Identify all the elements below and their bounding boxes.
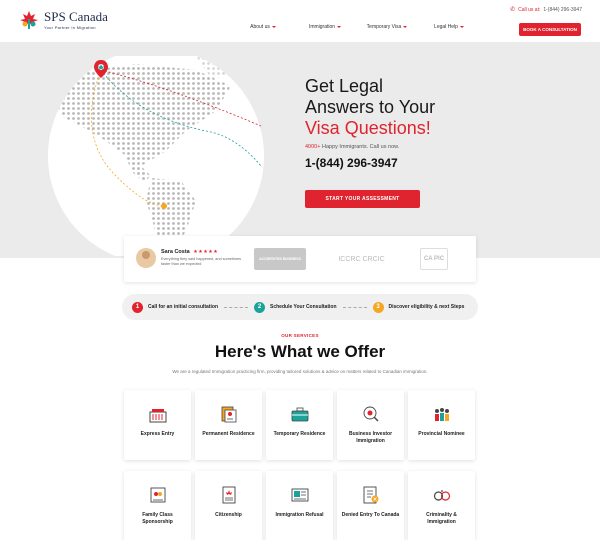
nav-item-immigration[interactable]: Immigration: [294, 24, 356, 30]
family-sponsorship-icon: [150, 487, 165, 503]
permanent-residence-icon: [221, 406, 236, 423]
phone-icon: ✆: [510, 6, 516, 13]
service-label: Temporary Residence: [273, 431, 326, 437]
service-card-express-entry[interactable]: Express Entry: [124, 390, 191, 460]
citizenship-icon: [222, 486, 235, 504]
step-item: 1 Call for an initial consultation: [132, 301, 219, 313]
service-card-criminality[interactable]: Criminality & Immigration: [408, 471, 475, 540]
step-divider: [342, 306, 367, 308]
immigration-refusal-icon: [291, 488, 308, 502]
step-item: 3 Discover eligibility & next Steps: [372, 301, 465, 313]
main-nav: About us Immigration Temporary Visa Lega…: [232, 24, 480, 30]
service-card-permanent-residence[interactable]: Permanent Residence: [195, 390, 262, 460]
globe-map-illustration: [48, 56, 264, 256]
step-label: Call for an initial consultation: [148, 304, 219, 310]
nav-label: Temporary Visa: [366, 24, 402, 30]
bbb-badge-text: ACCREDITED BUSINESS: [259, 257, 301, 261]
star-rating-icon: ★★★★★: [193, 249, 219, 255]
service-label: Family Class Sponsorship: [142, 512, 173, 525]
denied-entry-icon: [363, 486, 378, 504]
reviewer: Sara Costa ★★★★★: [161, 249, 218, 255]
maple-leaf-logo-icon: [20, 11, 38, 29]
step-number: 3: [372, 301, 384, 313]
nav-item-temporary-visa[interactable]: Temporary Visa: [356, 24, 418, 30]
hero-subtitle: 4000+ Happy Immigrants. Call us now.: [305, 144, 435, 150]
chevron-down-icon: [459, 26, 464, 28]
nav-item-legal-help[interactable]: Legal Help: [418, 24, 480, 30]
service-label: Provincial Nominee: [418, 431, 465, 437]
step-label: Discover eligibility & next Steps: [388, 304, 465, 310]
service-label: Permanent Residence: [202, 431, 255, 437]
process-steps-bar: 1 Call for an initial consultation 2 Sch…: [122, 294, 478, 320]
step-divider: [224, 306, 249, 308]
business-investor-icon: [363, 406, 379, 422]
capic-badge-text: CA PIC: [423, 256, 445, 262]
hero-title-line: Answers to Your: [305, 97, 436, 117]
service-label: Immigration Refusal: [275, 512, 324, 518]
iccrc-badge-text: ICCRC CRCIC: [338, 255, 385, 263]
services-kicker: OUR SERVICES: [281, 333, 319, 338]
brand-tagline: Your Partner In Migration: [44, 25, 96, 30]
bbb-accredited-badge: ACCREDITED BUSINESS: [254, 248, 306, 270]
nav-label: About us: [250, 24, 270, 30]
chevron-down-icon: [403, 26, 408, 28]
step-number: 2: [254, 301, 266, 313]
service-card-temporary-residence[interactable]: Temporary Residence: [266, 390, 333, 460]
service-label: Business Investor Immigration: [348, 431, 393, 444]
reviewer-name: Sara Costa: [161, 249, 190, 255]
call-number: 1-(844) 296-3947: [543, 7, 582, 13]
hero-title-highlight: Visa Questions!: [305, 118, 431, 138]
testimonial-strip: Sara Costa ★★★★★ Everything they said ha…: [124, 236, 476, 282]
start-assessment-button[interactable]: START YOUR ASSESSMENT: [305, 190, 420, 208]
service-label: Criminality & Immigration: [426, 512, 457, 525]
site-logo[interactable]: SPS Canada Your Partner In Migration: [18, 9, 108, 31]
hero-title-line: Get Legal: [305, 76, 384, 96]
capic-badge: CA PIC: [420, 248, 448, 270]
avatar: [136, 248, 156, 268]
iccrc-badge: ICCRC CRCIC: [334, 248, 389, 270]
service-card-business-investor[interactable]: Business Investor Immigration: [337, 390, 404, 460]
nav-label: Legal Help: [434, 24, 458, 30]
brand-name: SPS Canada: [44, 9, 108, 24]
criminality-icon: [433, 490, 450, 501]
step-item: 2 Schedule Your Consultation: [254, 301, 337, 313]
services-title: Here's What we Offer: [214, 342, 386, 361]
express-entry-icon: [149, 409, 166, 423]
service-card-immigration-refusal[interactable]: Immigration Refusal: [266, 471, 333, 540]
site-header: SPS Canada Your Partner In Migration ✆ C…: [0, 0, 600, 42]
nav-item-about[interactable]: About us: [232, 24, 294, 30]
book-consultation-button[interactable]: BOOK A CONSULTATION: [519, 23, 581, 36]
services-description: We are a regulated Immigration practicin…: [172, 369, 428, 374]
happy-count: 4000+: [305, 144, 321, 150]
hero-phone-number[interactable]: 1-(844) 296-3947: [305, 156, 435, 170]
chevron-down-icon: [337, 26, 342, 28]
step-label: Schedule Your Consultation: [270, 304, 337, 310]
service-label: Citizenship: [215, 512, 242, 518]
review-text: Everything they said happened, and somet…: [161, 257, 241, 266]
nav-label: Immigration: [308, 24, 336, 30]
hero-section: Get Legal Answers to Your Visa Questions…: [0, 42, 600, 258]
service-card-family-sponsorship[interactable]: Family Class Sponsorship: [124, 471, 191, 540]
provincial-nominee-icon: [434, 408, 449, 421]
hero-title: Get Legal Answers to Your Visa Questions…: [305, 76, 435, 139]
hero-subtitle-text: Happy Immigrants. Call us now.: [321, 144, 400, 150]
service-card-denied-entry[interactable]: Denied Entry To Canada: [337, 471, 404, 540]
chevron-down-icon: [271, 26, 276, 28]
call-prefix: Call us at:: [518, 7, 541, 13]
hero-copy: Get Legal Answers to Your Visa Questions…: [305, 76, 435, 170]
temporary-residence-icon: [291, 407, 308, 422]
service-card-citizenship[interactable]: Citizenship: [195, 471, 262, 540]
service-card-provincial-nominee[interactable]: Provincial Nominee: [408, 390, 475, 460]
top-call-link[interactable]: ✆ Call us at: 1-(844) 296-3947: [510, 6, 582, 14]
service-label: Denied Entry To Canada: [341, 512, 400, 518]
step-number: 1: [132, 301, 143, 313]
service-label: Express Entry: [140, 431, 175, 437]
